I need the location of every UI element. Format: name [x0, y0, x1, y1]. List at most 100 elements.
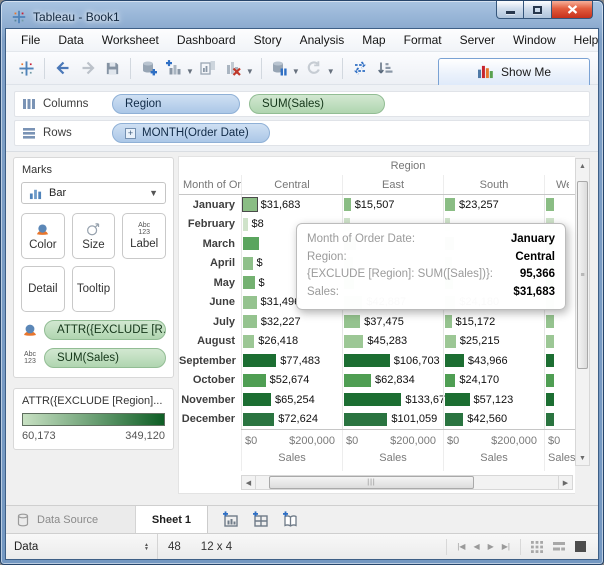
tooltip-button[interactable]: Tooltip — [71, 266, 116, 312]
bar-cell[interactable]: $101,059 — [342, 409, 443, 429]
bar[interactable] — [445, 412, 464, 426]
bar-cell-west[interactable] — [544, 390, 575, 410]
new-worksheet-tab-icon[interactable] — [222, 511, 239, 528]
bar[interactable] — [242, 197, 258, 213]
scroll-left-icon[interactable]: ◀ — [241, 475, 256, 490]
bar[interactable] — [344, 334, 364, 348]
bar[interactable] — [243, 393, 271, 407]
list-view-icon[interactable] — [553, 541, 565, 553]
pill-attr-exclude[interactable]: ATTR({EXCLUDE [R.. — [44, 320, 166, 340]
bar-cell-west[interactable] — [544, 409, 575, 429]
bar-cell-west[interactable] — [544, 312, 575, 332]
bar-cell-west[interactable] — [544, 351, 575, 371]
column-header-south[interactable]: South — [443, 175, 544, 194]
row-header-month[interactable]: November — [179, 394, 241, 406]
bar-cell[interactable]: $26,418 — [241, 331, 342, 351]
new-worksheet-icon[interactable] — [161, 56, 186, 81]
close-button[interactable] — [551, 1, 593, 19]
bar-cell[interactable]: $25,215 — [443, 331, 544, 351]
bar[interactable] — [546, 393, 554, 407]
menu-item-story[interactable]: Story — [245, 30, 291, 50]
bar[interactable] — [344, 198, 351, 212]
new-story-tab-icon[interactable] — [282, 511, 299, 528]
bar-cell[interactable]: $42,560 — [443, 409, 544, 429]
refresh-icon[interactable] — [302, 56, 327, 81]
size-button[interactable]: Size — [71, 213, 116, 259]
bar[interactable] — [243, 237, 259, 251]
bar[interactable] — [445, 334, 456, 348]
column-header-east[interactable]: East — [342, 175, 443, 194]
first-page-icon[interactable]: |◀ — [457, 542, 465, 551]
bar[interactable] — [546, 315, 554, 329]
column-header-central[interactable]: Central — [241, 175, 342, 194]
sort-ascending-icon[interactable] — [373, 56, 398, 81]
pill-sum-sales-label[interactable]: SUM(Sales) — [44, 348, 166, 368]
bar[interactable] — [243, 217, 248, 231]
bar[interactable] — [344, 373, 371, 387]
bar[interactable] — [344, 393, 402, 407]
scroll-up-icon[interactable]: ▲ — [576, 159, 589, 173]
bar-cell-west[interactable] — [544, 370, 575, 390]
bar-cell[interactable]: $133,674 — [342, 390, 451, 410]
last-page-icon[interactable]: ▶| — [502, 542, 510, 551]
menu-item-dashboard[interactable]: Dashboard — [168, 30, 245, 50]
bar-cell[interactable]: $45,283 — [342, 331, 443, 351]
region-dimension-header[interactable]: Region — [241, 160, 575, 172]
menu-item-format[interactable]: Format — [395, 30, 451, 50]
menu-item-file[interactable]: File — [12, 30, 49, 50]
tab-data-source[interactable]: Data Source — [6, 506, 136, 533]
bar-cell[interactable]: $72,624 — [241, 409, 342, 429]
bar[interactable] — [546, 412, 554, 426]
bar-cell[interactable]: $65,254 — [241, 390, 342, 410]
bar-cell[interactable]: $24,170 — [443, 370, 544, 390]
row-header-month[interactable]: December — [179, 413, 241, 425]
bar-cell[interactable]: $23,257 — [443, 195, 544, 215]
bar[interactable] — [445, 373, 456, 387]
label-button[interactable]: Abc 123 Label — [122, 213, 166, 259]
bar-cell[interactable]: $106,703 — [342, 351, 443, 371]
show-me-button[interactable]: Show Me — [438, 57, 590, 85]
bar[interactable] — [445, 393, 470, 407]
color-button[interactable]: Color — [21, 213, 65, 259]
back-icon[interactable] — [50, 56, 75, 81]
bar-cell[interactable]: $31,683 — [241, 195, 342, 215]
bar[interactable] — [546, 354, 554, 368]
bar[interactable] — [243, 315, 257, 329]
bar[interactable] — [546, 373, 554, 387]
menu-item-server[interactable]: Server — [451, 30, 504, 50]
bar[interactable] — [243, 334, 255, 348]
hscroll-track[interactable]: ||| — [256, 475, 558, 490]
row-header-month[interactable]: June — [179, 296, 241, 308]
scroll-right-icon[interactable]: ▶ — [558, 475, 573, 490]
bar[interactable] — [243, 256, 253, 270]
forward-icon[interactable] — [75, 56, 100, 81]
maximize-button[interactable] — [524, 1, 551, 19]
tab-sheet1[interactable]: Sheet 1 — [136, 506, 208, 533]
row-header-month[interactable]: July — [179, 316, 241, 328]
vscroll-track[interactable]: ≡ — [576, 173, 589, 451]
row-header-month[interactable]: February — [179, 218, 241, 230]
row-header-month[interactable]: April — [179, 257, 241, 269]
status-selector[interactable]: Data ▲ ▼ — [6, 534, 158, 559]
bar-cell[interactable]: $43,966 — [443, 351, 544, 371]
pill-region[interactable]: Region — [112, 94, 240, 114]
new-worksheet-caret-icon[interactable]: ▼ — [186, 67, 194, 76]
bar[interactable] — [445, 354, 464, 368]
save-icon[interactable] — [100, 56, 125, 81]
rows-shelf[interactable]: Rows + MONTH(Order Date) — [14, 120, 590, 146]
bar[interactable] — [344, 354, 390, 368]
bar-cell[interactable]: $62,834 — [342, 370, 443, 390]
previous-page-icon[interactable]: ◀ — [473, 542, 479, 551]
clear-sheet-icon[interactable] — [221, 56, 246, 81]
bar[interactable] — [445, 315, 452, 329]
tableau-logo-icon[interactable] — [14, 56, 39, 81]
detail-button[interactable]: Detail — [21, 266, 65, 312]
duplicate-sheet-icon[interactable] — [196, 56, 221, 81]
swap-rows-columns-icon[interactable] — [348, 56, 373, 81]
bar-cell[interactable]: $37,475 — [342, 312, 443, 332]
column-header-west[interactable]: West — [544, 175, 575, 194]
expand-icon[interactable]: + — [125, 127, 136, 139]
columns-shelf[interactable]: Columns Region SUM(Sales) — [14, 91, 590, 117]
scroll-down-icon[interactable]: ▼ — [576, 451, 589, 465]
bar[interactable] — [243, 276, 255, 290]
